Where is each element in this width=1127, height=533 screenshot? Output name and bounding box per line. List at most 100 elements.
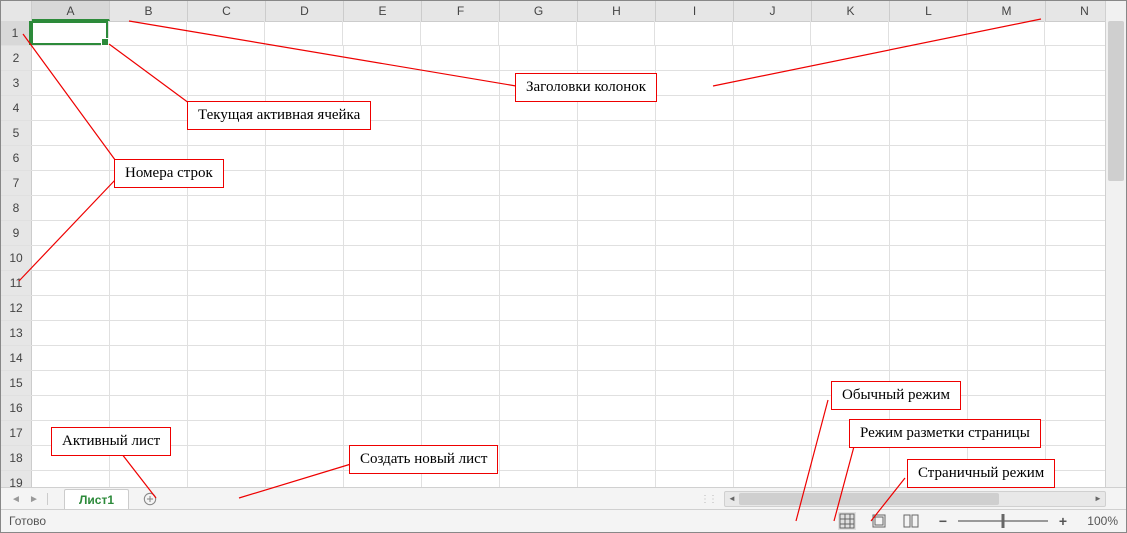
cell[interactable] [578, 121, 656, 145]
cell[interactable] [344, 221, 422, 245]
cell[interactable] [188, 421, 266, 445]
cell[interactable] [656, 346, 734, 370]
cell[interactable] [734, 146, 812, 170]
cell[interactable] [422, 246, 500, 270]
cell[interactable] [110, 346, 188, 370]
cell[interactable] [890, 196, 968, 220]
cell[interactable] [500, 171, 578, 195]
row-header[interactable]: 5 [1, 121, 32, 145]
cell[interactable] [422, 121, 500, 145]
cell[interactable] [110, 121, 188, 145]
cell[interactable] [500, 346, 578, 370]
cell[interactable] [110, 246, 188, 270]
cell[interactable] [812, 446, 890, 470]
row-header[interactable]: 4 [1, 96, 32, 120]
cell[interactable] [188, 296, 266, 320]
vertical-scroll-thumb[interactable] [1108, 21, 1124, 181]
cell[interactable] [110, 71, 188, 95]
column-header[interactable]: G [500, 1, 578, 21]
cell[interactable] [32, 396, 110, 420]
cell[interactable] [188, 196, 266, 220]
cell[interactable] [188, 346, 266, 370]
cell[interactable] [266, 271, 344, 295]
column-header[interactable]: L [890, 1, 968, 21]
sheet-tab-active[interactable]: Лист1 [64, 489, 129, 510]
new-sheet-button[interactable] [139, 488, 161, 510]
hscroll-right-arrow[interactable]: ► [1091, 492, 1105, 504]
cell[interactable] [344, 246, 422, 270]
cell[interactable] [968, 71, 1046, 95]
cell[interactable] [656, 196, 734, 220]
cell[interactable] [500, 196, 578, 220]
cell[interactable] [500, 446, 578, 470]
cell[interactable] [422, 71, 500, 95]
cell[interactable] [422, 146, 500, 170]
cell[interactable] [32, 146, 110, 170]
cell[interactable] [734, 346, 812, 370]
row-header[interactable]: 7 [1, 171, 32, 195]
cell[interactable] [266, 146, 344, 170]
row-header[interactable]: 2 [1, 46, 32, 70]
cell[interactable] [344, 196, 422, 220]
cell[interactable] [266, 371, 344, 395]
cell[interactable] [32, 321, 110, 345]
cell[interactable] [890, 46, 968, 70]
cell[interactable] [578, 46, 656, 70]
cell[interactable] [734, 171, 812, 195]
cell[interactable] [422, 46, 500, 70]
cell[interactable] [344, 271, 422, 295]
cell[interactable] [656, 446, 734, 470]
cell[interactable] [734, 271, 812, 295]
cell[interactable] [188, 46, 266, 70]
zoom-percent[interactable]: 100% [1078, 514, 1118, 528]
row-header[interactable]: 9 [1, 221, 32, 245]
zoom-out-button[interactable]: − [936, 513, 950, 529]
cell[interactable] [890, 221, 968, 245]
cell[interactable] [812, 296, 890, 320]
cell[interactable] [344, 371, 422, 395]
cell[interactable] [499, 21, 577, 45]
cell[interactable] [422, 96, 500, 120]
cell[interactable] [32, 46, 110, 70]
cell[interactable] [578, 396, 656, 420]
cell[interactable] [266, 321, 344, 345]
column-header[interactable]: E [344, 1, 422, 21]
cell[interactable] [188, 246, 266, 270]
row-header[interactable]: 15 [1, 371, 32, 395]
row-header[interactable]: 16 [1, 396, 32, 420]
cell[interactable] [500, 321, 578, 345]
cell[interactable] [968, 396, 1046, 420]
cell[interactable] [890, 271, 968, 295]
row-header[interactable]: 14 [1, 346, 32, 370]
cell[interactable] [344, 71, 422, 95]
cell[interactable] [188, 271, 266, 295]
cell[interactable] [968, 271, 1046, 295]
cell[interactable] [422, 321, 500, 345]
cell[interactable] [734, 371, 812, 395]
tab-split-gripper[interactable]: ⋮⋮ [700, 494, 716, 505]
cell[interactable] [109, 21, 187, 45]
cell[interactable] [968, 221, 1046, 245]
cell[interactable] [890, 321, 968, 345]
cell[interactable] [110, 96, 188, 120]
cell[interactable] [32, 296, 110, 320]
cell[interactable] [110, 396, 188, 420]
cell[interactable] [578, 296, 656, 320]
cell[interactable] [266, 171, 344, 195]
cell[interactable] [578, 271, 656, 295]
cell[interactable] [656, 396, 734, 420]
cell[interactable] [110, 196, 188, 220]
row-header[interactable]: 13 [1, 321, 32, 345]
cell[interactable] [812, 196, 890, 220]
cell[interactable] [734, 46, 812, 70]
cell[interactable] [655, 21, 733, 45]
sheet-nav-prev[interactable]: ◄ [7, 491, 25, 507]
cell[interactable] [734, 71, 812, 95]
cell[interactable] [188, 321, 266, 345]
row-header[interactable]: 17 [1, 421, 32, 445]
cell[interactable] [422, 346, 500, 370]
cell[interactable] [32, 96, 110, 120]
column-header[interactable]: B [110, 1, 188, 21]
cell[interactable] [812, 171, 890, 195]
cell[interactable] [734, 321, 812, 345]
